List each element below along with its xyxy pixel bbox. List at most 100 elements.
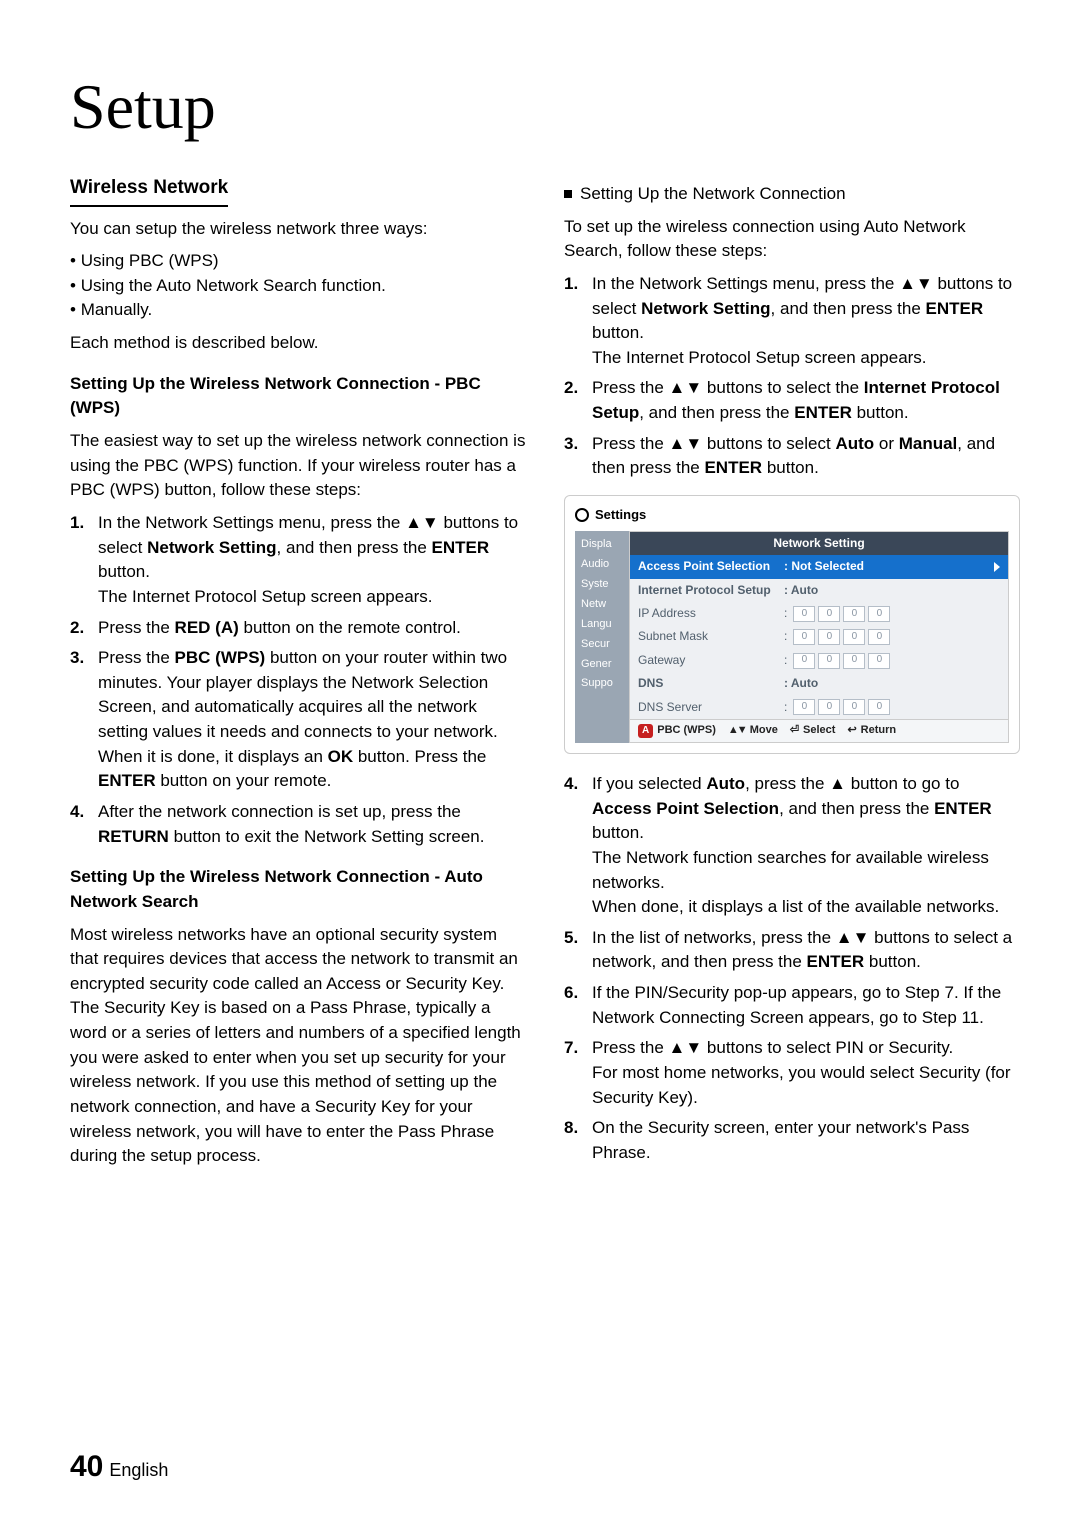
t: For most home networks, you would select… [592, 1063, 1011, 1107]
t: Return [861, 723, 896, 739]
settings-footer: APBC (WPS) ▲▼Move ⏎Select ↩Return [630, 719, 1008, 742]
red-a-icon: A [638, 724, 653, 739]
t: 0 [843, 606, 865, 622]
wireless-intro: You can setup the wireless network three… [70, 217, 526, 242]
t: Access Point Selection [638, 558, 778, 575]
t: ENTER [432, 538, 490, 557]
step-body: After the network connection is set up, … [98, 800, 526, 849]
page-lang: English [109, 1460, 168, 1480]
sidebar-item: Displa [575, 535, 629, 555]
t: ENTER [934, 799, 992, 818]
row-dns: DNS : Auto [630, 672, 1008, 695]
step-body: Press the ▲▼ buttons to select the Inter… [592, 376, 1020, 425]
arrow-right-icon [994, 562, 1000, 572]
left-column: Wireless Network You can setup the wirel… [70, 174, 526, 1177]
row-dnsserver: DNS Server: 0000 [630, 696, 1008, 719]
bullet-auto: Using the Auto Network Search function. [70, 274, 526, 299]
t: ENTER [794, 403, 852, 422]
step-num: 1. [564, 272, 592, 371]
t: OK [328, 747, 354, 766]
row-gateway: Gateway: 0000 [630, 649, 1008, 672]
t: IP Address [638, 605, 778, 622]
ip-boxes: 0000 [793, 699, 890, 715]
t: The Internet Protocol Setup screen appea… [592, 348, 927, 367]
t: Setting Up the Network Connection [580, 184, 846, 203]
step-num: 4. [70, 800, 98, 849]
t: 0 [818, 629, 840, 645]
t: If you selected [592, 774, 706, 793]
t: button. [98, 562, 150, 581]
t: 0 [818, 653, 840, 669]
t: DNS Server [638, 699, 778, 716]
t: In the list of networks, press the ▲▼ bu… [592, 928, 1012, 972]
t: button. [852, 403, 909, 422]
wireless-subheading: Wireless Network [70, 174, 228, 207]
settings-sidebar: Displa Audio Syste Netw Langu Secur Gene… [575, 531, 629, 743]
conn-intro: To set up the wireless connection using … [564, 215, 1020, 264]
settings-screenshot: Settings Displa Audio Syste Netw Langu S… [564, 495, 1020, 754]
t: Auto [706, 774, 745, 793]
t: Auto [835, 434, 874, 453]
t: After the network connection is set up, … [98, 802, 461, 821]
t: 0 [793, 653, 815, 669]
t: 0 [843, 629, 865, 645]
t: 0 [818, 699, 840, 715]
step-num: 1. [70, 511, 98, 610]
wireless-after: Each method is described below. [70, 331, 526, 356]
t: button. Press the [353, 747, 486, 766]
step-body: In the Network Settings menu, press the … [592, 272, 1020, 371]
step-num: 7. [564, 1036, 592, 1110]
ip-boxes: 0000 [793, 629, 890, 645]
t: 0 [793, 699, 815, 715]
t: 0 [843, 653, 865, 669]
t: ENTER [926, 299, 984, 318]
t: 0 [818, 606, 840, 622]
t: 0 [868, 629, 890, 645]
t: ENTER [704, 458, 762, 477]
t: Internet Protocol Setup [638, 582, 778, 599]
step-body: Press the RED (A) button on the remote c… [98, 616, 526, 641]
settings-title: Settings [595, 506, 646, 525]
t: button. [864, 952, 921, 971]
t: , and then press the [771, 299, 926, 318]
t: 0 [868, 606, 890, 622]
step-num: 2. [70, 616, 98, 641]
sidebar-item: Syste [575, 575, 629, 595]
sidebar-item: Netw [575, 595, 629, 615]
t: Select [803, 723, 835, 739]
enter-icon: ⏎ [790, 723, 799, 739]
pbc-intro: The easiest way to set up the wireless n… [70, 429, 526, 503]
t: DNS [638, 675, 778, 692]
updown-icon: ▲▼ [728, 723, 746, 739]
auto-heading: Setting Up the Wireless Network Connecti… [70, 865, 526, 914]
t: Press the [98, 648, 175, 667]
ip-boxes: 0000 [793, 606, 890, 622]
row-ips: Internet Protocol Setup : Auto [630, 579, 1008, 602]
t: 0 [843, 699, 865, 715]
step-body: On the Security screen, enter your netwo… [592, 1116, 1020, 1165]
t: The Internet Protocol Setup screen appea… [98, 587, 433, 606]
t: : Auto [784, 582, 818, 599]
ip-boxes: 0000 [793, 653, 890, 669]
t: RETURN [98, 827, 169, 846]
conn-steps-a: 1. In the Network Settings menu, press t… [564, 272, 1020, 481]
row-ip: IP Address: 0000 [630, 602, 1008, 625]
t: , and then press the [779, 799, 934, 818]
page-num-value: 40 [70, 1450, 103, 1483]
step-num: 3. [70, 646, 98, 794]
t: RED (A) [175, 618, 239, 637]
conn-steps-b: 4. If you selected Auto, press the ▲ but… [564, 772, 1020, 1166]
t: 0 [868, 699, 890, 715]
page-number: 40 English [70, 1450, 168, 1484]
t: Network Setting [147, 538, 276, 557]
return-icon: ↩ [847, 723, 856, 739]
t: Press the ▲▼ buttons to select PIN or Se… [592, 1038, 953, 1057]
t: , and then press the [277, 538, 432, 557]
page-title: Setup [70, 70, 1020, 144]
t: ENTER [98, 771, 156, 790]
step-num: 5. [564, 926, 592, 975]
step-num: 4. [564, 772, 592, 920]
sidebar-item: Suppo [575, 674, 629, 694]
row-subnet: Subnet Mask: 0000 [630, 625, 1008, 648]
t: button. [592, 323, 644, 342]
